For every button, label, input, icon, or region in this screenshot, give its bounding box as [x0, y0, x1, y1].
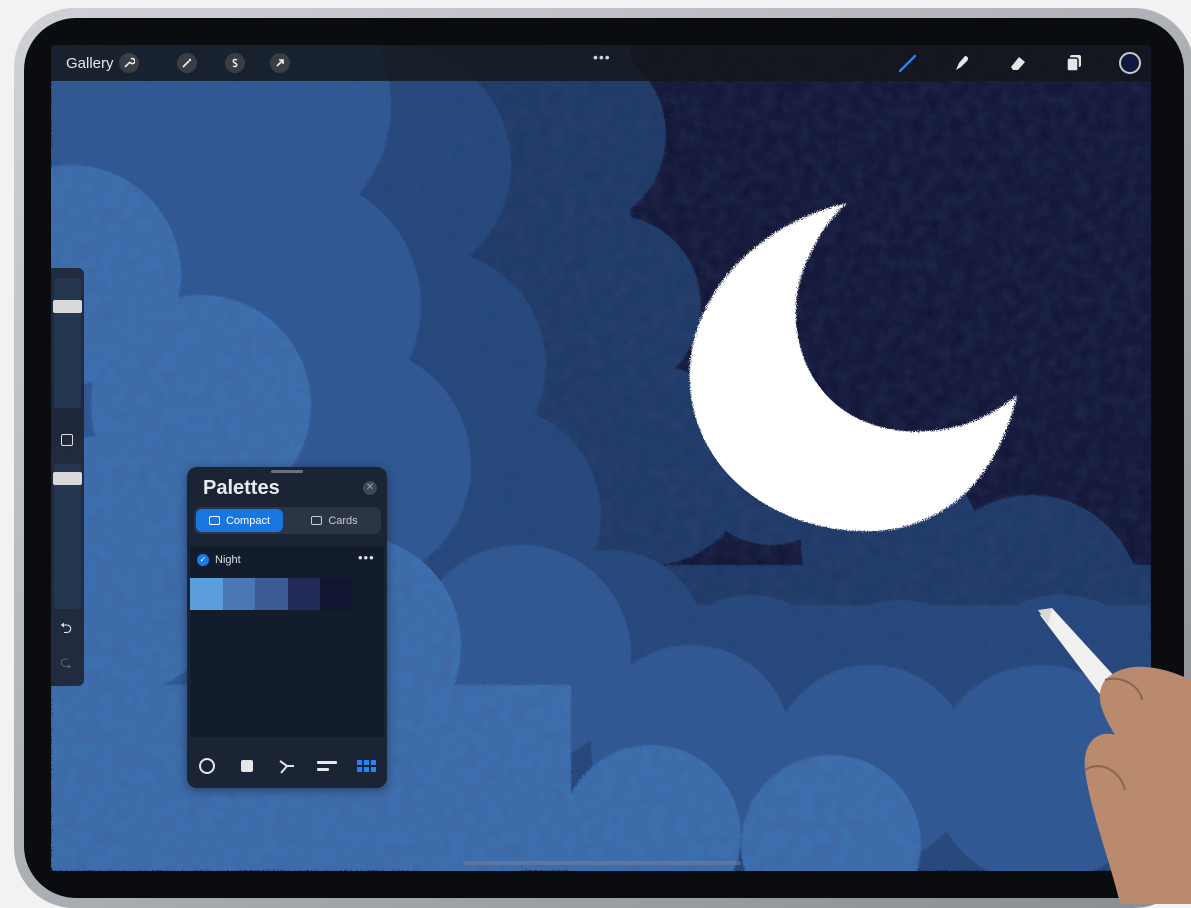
left-sidebar: ⮌ ⮎: [51, 268, 84, 686]
current-color-swatch[interactable]: [1119, 52, 1141, 74]
smudge-finger-icon[interactable]: [951, 53, 973, 73]
app-screen: Gallery ••• ⮌ ⮎ Palettes ✕ Compact Cards…: [51, 45, 1151, 871]
color-swatch-3[interactable]: [255, 578, 288, 610]
home-indicator: [463, 861, 741, 865]
value-bars-icon[interactable]: [316, 755, 338, 777]
palette-swatches: [190, 578, 353, 610]
opacity-slider[interactable]: [53, 464, 82, 609]
color-swatch-5[interactable]: [320, 578, 353, 610]
palettes-grid-icon[interactable]: [356, 755, 378, 777]
opacity-thumb[interactable]: [53, 472, 82, 485]
compact-icon: [208, 516, 220, 525]
view-mode-segmented-control: Compact Cards: [194, 507, 381, 534]
eraser-icon[interactable]: [1007, 53, 1029, 73]
color-swatch-4[interactable]: [287, 578, 320, 610]
top-toolbar: Gallery •••: [51, 45, 1151, 81]
panel-grabber[interactable]: [271, 470, 303, 473]
palettes-panel: Palettes ✕ Compact Cards ✓ Night •••: [187, 467, 387, 788]
cards-icon: [311, 516, 323, 525]
color-swatch-2[interactable]: [222, 578, 255, 610]
gallery-button[interactable]: Gallery: [66, 55, 114, 72]
close-icon[interactable]: ✕: [363, 481, 377, 495]
palette-card: ✓ Night •••: [190, 546, 384, 737]
color-swatch-1[interactable]: [190, 578, 223, 610]
default-check-icon[interactable]: ✓: [197, 554, 209, 566]
color-mode-bar: [187, 743, 387, 788]
tab-cards[interactable]: Cards: [290, 509, 379, 532]
undo-icon[interactable]: ⮌: [60, 618, 72, 643]
wrench-icon[interactable]: [119, 53, 139, 73]
layers-icon[interactable]: [1063, 53, 1085, 73]
palette-header[interactable]: ✓ Night: [197, 554, 241, 566]
apple-pencil-hand: [1038, 608, 1191, 904]
harmony-icon[interactable]: [276, 755, 298, 777]
palettes-title: Palettes: [203, 477, 280, 499]
classic-square-icon[interactable]: [236, 755, 258, 777]
more-dots-icon[interactable]: •••: [593, 49, 611, 65]
magic-wand-icon[interactable]: [177, 53, 197, 73]
brush-size-slider[interactable]: [53, 278, 82, 408]
tab-compact[interactable]: Compact: [196, 509, 283, 532]
tab-cards-label: Cards: [328, 514, 358, 527]
redo-icon[interactable]: ⮎: [60, 652, 72, 677]
disc-icon[interactable]: [196, 755, 218, 777]
modify-button[interactable]: [61, 434, 73, 446]
selection-s-icon[interactable]: [225, 53, 245, 73]
palette-name[interactable]: Night: [215, 554, 241, 566]
palette-more-icon[interactable]: •••: [358, 550, 375, 565]
tab-compact-label: Compact: [225, 514, 271, 527]
brush-icon[interactable]: [897, 53, 919, 73]
brush-size-thumb[interactable]: [53, 300, 82, 313]
arrow-cursor-icon[interactable]: [270, 53, 290, 73]
